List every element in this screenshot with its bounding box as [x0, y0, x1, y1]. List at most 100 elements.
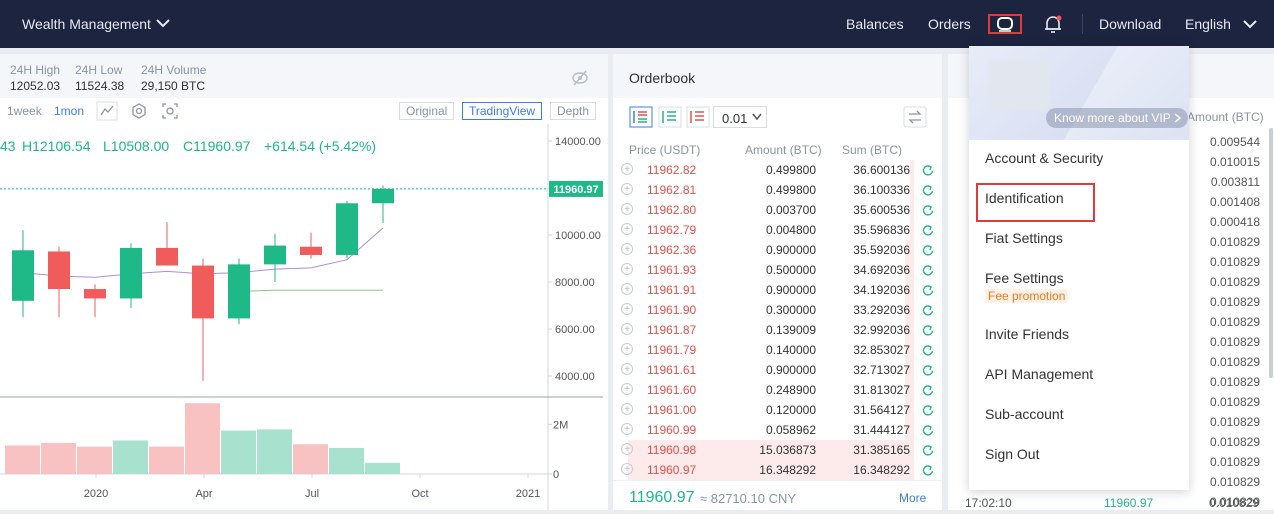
add-order-icon[interactable]: + — [621, 383, 633, 395]
refresh-icon[interactable] — [922, 204, 934, 216]
add-order-icon[interactable]: + — [621, 303, 633, 315]
candle-body[interactable] — [12, 250, 34, 301]
language-selector[interactable]: English — [1185, 16, 1231, 32]
notification-bell-icon[interactable] — [1043, 14, 1063, 34]
candle-body[interactable] — [300, 246, 322, 255]
add-order-icon[interactable]: + — [621, 203, 633, 215]
refresh-icon[interactable] — [922, 424, 934, 436]
candle-body[interactable] — [48, 251, 70, 290]
add-order-icon[interactable]: + — [621, 223, 633, 235]
refresh-icon[interactable] — [922, 344, 934, 356]
orderbook-row[interactable]: +11961.87 0.139009 32.992036 — [613, 320, 942, 340]
orderbook-row[interactable]: +11961.79 0.140000 32.853027 — [613, 340, 942, 360]
precision-select[interactable]: 0.01 — [713, 106, 767, 128]
menu-fee-settings[interactable]: Fee Settings — [985, 270, 1064, 286]
menu-invite-friends[interactable]: Invite Friends — [985, 326, 1069, 342]
orderbook-row[interactable]: +11961.60 0.248900 31.813027 — [613, 380, 942, 400]
volume-bar[interactable] — [221, 430, 256, 474]
volume-bar[interactable] — [113, 440, 148, 474]
menu-identification[interactable]: Identification — [985, 190, 1064, 206]
view-tradingview-button[interactable]: TradingView — [462, 102, 543, 120]
candle-body[interactable] — [120, 247, 142, 299]
chevron-down-icon[interactable] — [1243, 19, 1257, 29]
orderbook-row[interactable]: +11962.82 0.499800 36.600136 — [613, 160, 942, 180]
indicator-icon[interactable] — [96, 101, 118, 121]
add-order-icon[interactable]: + — [621, 443, 633, 455]
orderbook-bids-icon[interactable] — [658, 106, 682, 128]
refresh-icon[interactable] — [922, 224, 934, 236]
add-order-icon[interactable]: + — [621, 363, 633, 375]
orderbook-row[interactable]: +11962.79 0.004800 35.596836 — [613, 220, 942, 240]
volume-bar[interactable] — [77, 446, 112, 474]
vip-link[interactable]: Know more about VIP — [1046, 108, 1188, 128]
orderbook-row[interactable]: +11960.98 15.036873 31.385165 — [613, 440, 942, 460]
download-link[interactable]: Download — [1099, 16, 1161, 32]
add-order-icon[interactable]: + — [621, 323, 633, 335]
menu-fiat-settings[interactable]: Fiat Settings — [985, 230, 1063, 246]
orderbook-settings-icon[interactable] — [903, 106, 927, 128]
volume-bar[interactable] — [365, 462, 400, 474]
orderbook-row[interactable]: +11961.61 0.900000 32.713027 — [613, 360, 942, 380]
volume-bar[interactable] — [41, 442, 76, 474]
interval-1week[interactable]: 1week — [7, 104, 42, 118]
volume-bar[interactable] — [257, 429, 292, 474]
volume-bar[interactable] — [149, 446, 184, 474]
trades-scrollbar[interactable] — [1269, 128, 1273, 378]
candle-body[interactable] — [264, 245, 286, 265]
orders-link[interactable]: Orders — [928, 16, 971, 32]
price-chart[interactable]: 14000.0012000.0010000.008000.006000.0040… — [0, 124, 608, 510]
menu-sub-account[interactable]: Sub-account — [985, 406, 1064, 422]
orderbook-asks-icon[interactable] — [686, 106, 710, 128]
add-order-icon[interactable]: + — [621, 343, 633, 355]
refresh-icon[interactable] — [922, 284, 934, 296]
view-depth-button[interactable]: Depth — [550, 102, 597, 120]
refresh-icon[interactable] — [922, 404, 934, 416]
orderbook-row[interactable]: +11962.80 0.003700 35.600536 — [613, 200, 942, 220]
refresh-icon[interactable] — [922, 184, 934, 196]
menu-account-security[interactable]: Account & Security — [985, 150, 1103, 166]
refresh-icon[interactable] — [922, 464, 934, 476]
volume-bar[interactable] — [185, 403, 220, 474]
volume-bar[interactable] — [5, 445, 40, 474]
candle-body[interactable] — [372, 188, 394, 204]
refresh-icon[interactable] — [922, 324, 934, 336]
add-order-icon[interactable]: + — [621, 423, 633, 435]
user-account-icon[interactable] — [996, 16, 1014, 32]
hide-eye-icon[interactable] — [571, 69, 589, 87]
add-order-icon[interactable]: + — [621, 463, 633, 475]
chevron-down-icon[interactable] — [156, 18, 170, 28]
add-order-icon[interactable]: + — [621, 163, 633, 175]
refresh-icon[interactable] — [922, 444, 934, 456]
add-order-icon[interactable]: + — [621, 403, 633, 415]
orderbook-more-link[interactable]: More — [899, 491, 926, 505]
candle-body[interactable] — [336, 203, 358, 255]
settings-gear-icon[interactable] — [128, 101, 150, 121]
volume-bar[interactable] — [329, 447, 364, 474]
view-original-button[interactable]: Original — [399, 102, 455, 120]
balances-link[interactable]: Balances — [846, 16, 904, 32]
volume-bar[interactable] — [293, 444, 328, 474]
orderbook-row[interactable]: +11960.99 0.058962 31.444127 — [613, 420, 942, 440]
orderbook-row[interactable]: +11961.90 0.300000 33.292036 — [613, 300, 942, 320]
orderbook-row[interactable]: +11962.81 0.499800 36.100336 — [613, 180, 942, 200]
menu-sign-out[interactable]: Sign Out — [985, 446, 1039, 462]
candle-body[interactable] — [192, 265, 214, 319]
add-order-icon[interactable]: + — [621, 183, 633, 195]
orderbook-row[interactable]: +11961.00 0.120000 31.564127 — [613, 400, 942, 420]
menu-api-management[interactable]: API Management — [985, 366, 1093, 382]
orderbook-both-icon[interactable] — [629, 106, 653, 128]
interval-1mon[interactable]: 1mon — [54, 104, 84, 118]
refresh-icon[interactable] — [922, 244, 934, 256]
refresh-icon[interactable] — [922, 364, 934, 376]
refresh-icon[interactable] — [922, 264, 934, 276]
screenshot-icon[interactable] — [159, 101, 181, 121]
refresh-icon[interactable] — [922, 384, 934, 396]
orderbook-row[interactable]: +11960.97 16.348292 16.348292 — [613, 460, 942, 480]
refresh-icon[interactable] — [922, 164, 934, 176]
orderbook-row[interactable]: +11961.91 0.900000 34.192036 — [613, 280, 942, 300]
refresh-icon[interactable] — [922, 304, 934, 316]
orderbook-row[interactable]: +11962.36 0.900000 35.592036 — [613, 240, 942, 260]
add-order-icon[interactable]: + — [621, 243, 633, 255]
wealth-management-menu[interactable]: Wealth Management — [22, 16, 151, 32]
add-order-icon[interactable]: + — [621, 263, 633, 275]
